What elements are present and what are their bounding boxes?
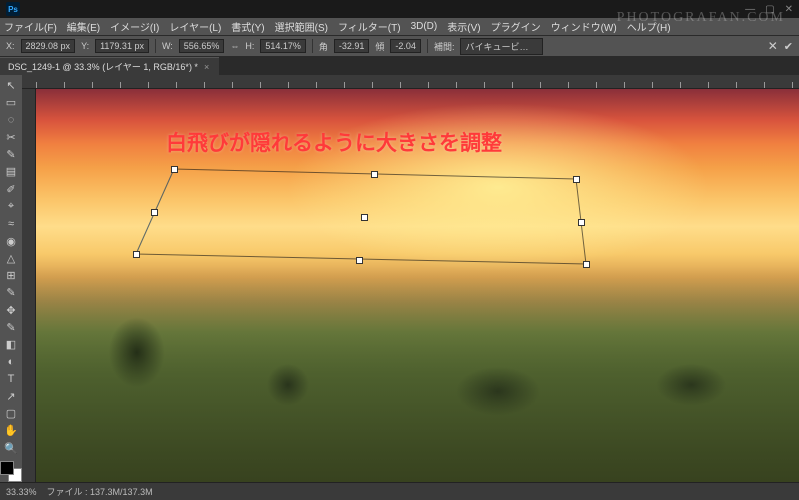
tool-button[interactable]: ◌ [0, 112, 22, 129]
zoom-readout[interactable]: 33.33% [6, 487, 37, 497]
transform-handle[interactable] [583, 261, 590, 268]
opt-interp-dropdown[interactable]: バイキュービ… [460, 38, 543, 55]
menu-item[interactable]: 編集(E) [67, 19, 100, 34]
tool-button[interactable]: ✎ [0, 284, 22, 301]
tool-button[interactable]: ↖ [0, 77, 22, 94]
app-icon: Ps [6, 2, 20, 16]
menu-item[interactable]: イメージ(I) [110, 19, 159, 34]
opt-angle-field[interactable]: -32.91 [334, 39, 370, 53]
tool-button[interactable]: ≈ [0, 215, 22, 232]
tool-button[interactable]: ✋ [0, 422, 22, 439]
opt-x-label: X: [6, 41, 15, 51]
transform-handle[interactable] [578, 219, 585, 226]
tool-button[interactable]: ▭ [0, 94, 22, 111]
transform-handle[interactable] [356, 257, 363, 264]
commit-transform-button[interactable]: ✔ [784, 40, 793, 53]
tool-button[interactable]: ◧ [0, 336, 22, 353]
transform-handle[interactable] [133, 251, 140, 258]
menu-item[interactable]: 表示(V) [447, 19, 480, 34]
menu-item[interactable]: レイヤー(L) [169, 19, 221, 34]
close-doc-icon[interactable]: × [204, 62, 209, 72]
tool-button[interactable]: ▤ [0, 163, 22, 180]
file-size-readout: ファイル : 137.3M/137.3M [47, 485, 153, 498]
menu-item[interactable]: 3D(D) [411, 21, 438, 32]
document-tab[interactable]: DSC_1249-1 @ 33.3% (レイヤー 1, RGB/16*) * × [0, 57, 219, 75]
cancel-transform-button[interactable]: ✕ [768, 39, 778, 53]
tool-button[interactable]: ✎ [0, 319, 22, 336]
transform-outline[interactable] [36, 89, 799, 482]
menu-item[interactable]: ファイル(F) [4, 19, 57, 34]
tool-button[interactable]: ✥ [0, 301, 22, 318]
close-window-button[interactable]: ✕ [785, 4, 793, 15]
menu-item[interactable]: 書式(Y) [231, 19, 264, 34]
menu-item[interactable]: ウィンドウ(W) [551, 19, 617, 34]
tool-button[interactable]: ⌖ [0, 198, 22, 215]
opt-shear-field[interactable]: -2.04 [390, 39, 421, 53]
opt-interp-label: 補間: [434, 40, 455, 53]
opt-w-label: W: [162, 41, 173, 51]
opt-y-field[interactable]: 1179.31 px [95, 39, 149, 53]
link-icon[interactable]: ⇔ [230, 41, 239, 51]
tool-button[interactable]: ▢ [0, 405, 22, 422]
opt-angle-label: 角 [319, 40, 328, 53]
opt-h-field[interactable]: 514.17% [260, 39, 306, 53]
color-swatch[interactable] [0, 461, 22, 482]
menu-item[interactable]: フィルター(T) [338, 19, 401, 34]
transform-handle[interactable] [151, 209, 158, 216]
transform-center[interactable] [361, 214, 368, 221]
menu-item[interactable]: プラグイン [491, 19, 541, 34]
opt-y-label: Y: [81, 41, 89, 51]
watermark: PHOTOGRAFAN.COM [617, 10, 785, 26]
options-bar: X: 2829.08 px Y: 1179.31 px W: 556.65% ⇔… [0, 35, 799, 57]
transform-handle[interactable] [171, 166, 178, 173]
canvas[interactable]: 白飛びが隠れるように大きさを調整 [36, 89, 799, 482]
tool-button[interactable]: ↗ [0, 388, 22, 405]
tool-button[interactable]: T [0, 371, 22, 388]
transform-handle[interactable] [573, 176, 580, 183]
tool-button[interactable]: ✎ [0, 146, 22, 163]
ruler-vertical [22, 89, 36, 482]
tool-button[interactable]: ⊞ [0, 267, 22, 284]
menu-item[interactable]: 選択範囲(S) [275, 19, 328, 34]
document-title: DSC_1249-1 @ 33.3% (レイヤー 1, RGB/16*) * [8, 60, 198, 73]
opt-shear-label: 傾 [375, 40, 384, 53]
transform-handle[interactable] [371, 171, 378, 178]
opt-x-field[interactable]: 2829.08 px [21, 39, 76, 53]
tool-button[interactable]: 🔍 [0, 440, 22, 457]
tool-button[interactable]: ✐ [0, 181, 22, 198]
tool-button[interactable]: ✂ [0, 129, 22, 146]
tools-panel: ↖▭◌✂✎▤✐⌖≈◉△⊞✎✥✎◧◐T↗▢✋🔍 [0, 75, 22, 482]
opt-w-field[interactable]: 556.65% [179, 39, 225, 53]
tool-button[interactable]: ◉ [0, 232, 22, 249]
tool-button[interactable]: ◐ [0, 353, 22, 370]
ruler-horizontal [22, 75, 799, 89]
opt-h-label: H: [245, 41, 254, 51]
tool-button[interactable]: △ [0, 250, 22, 267]
